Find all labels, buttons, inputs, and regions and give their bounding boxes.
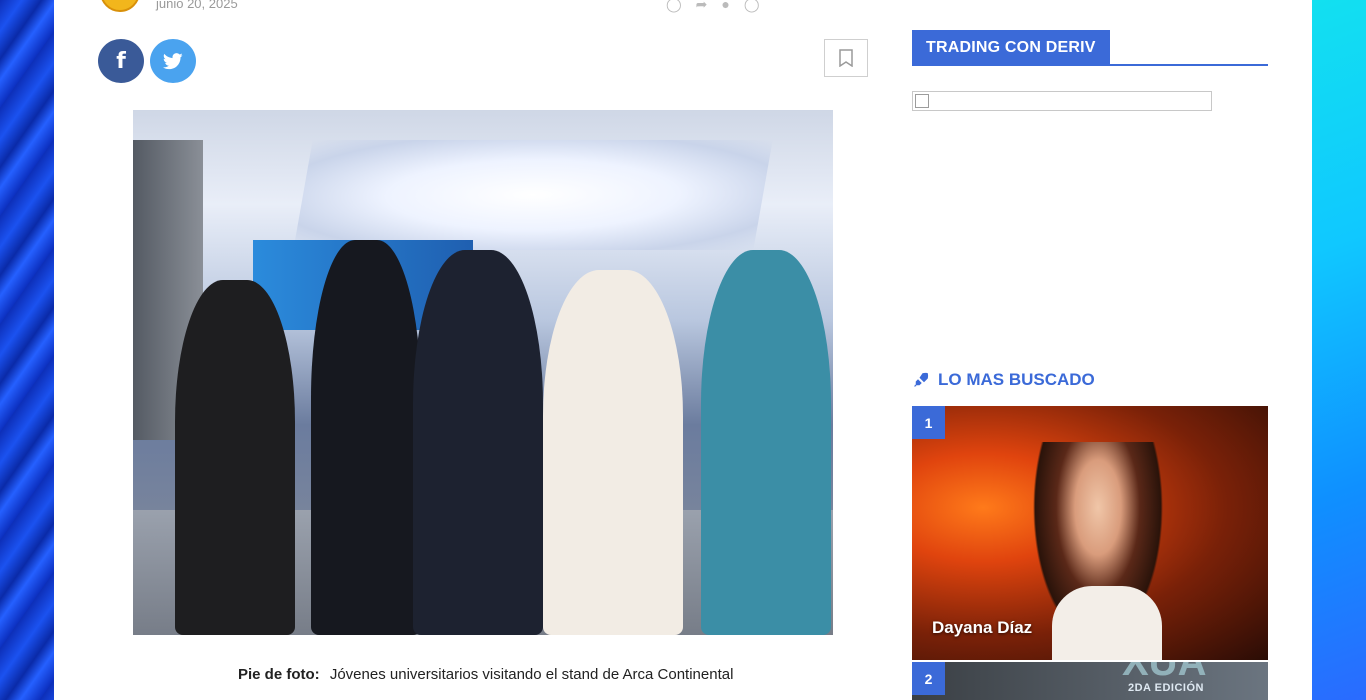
photo-caption: Pie de foto: Jóvenes universitarios visi… [238,666,733,683]
post-date: junio 20, 2025 [156,0,238,11]
broken-image-icon [915,94,929,108]
photo-person-5 [701,250,831,635]
rank-badge: 1 [912,406,945,439]
most-searched-card-1[interactable]: 1 Dayana Díaz [912,406,1268,660]
page-content: junio 20, 2025 ◯ ➦ ● ◯ f Pie de foto: Jó… [54,0,1312,700]
widget-title-trading: TRADING CON DERIV [912,30,1110,66]
card-title[interactable]: Dayana Díaz [932,618,1032,638]
comment-icon[interactable]: ◯ [666,0,682,13]
ad-banner-image[interactable] [912,91,1212,111]
widget-title-most-searched: LO MAS BUSCADO [938,370,1095,389]
twitter-share-button[interactable] [150,39,196,83]
bookmark-icon [839,49,853,67]
rocket-icon [914,372,929,387]
widget-header-most-searched: LO MAS BUSCADO [912,370,1095,390]
widget-header-trading: TRADING CON DERIV [912,30,1268,66]
photo-person-1 [175,280,295,635]
share-icon[interactable]: ➦ [696,0,708,13]
chat-icon[interactable]: ◯ [744,0,760,13]
photo-person-3 [413,250,543,635]
article-photo [133,110,833,635]
card-portrait-shirt [1052,586,1162,660]
bookmark-button[interactable] [824,39,868,77]
twitter-icon [163,52,183,69]
caption-text: Jóvenes universitarios visitando el stan… [329,666,734,683]
author-avatar[interactable] [100,0,140,12]
rank-badge: 2 [912,662,945,695]
photo-ceiling-light [293,140,773,250]
most-searched-card-2[interactable]: XUA 2DA EDICIÓN 2 [912,662,1268,700]
card-edition-badge: 2DA EDICIÓN [1128,682,1204,694]
post-meta-icons: ◯ ➦ ● ◯ [666,0,760,13]
background-left-pattern [0,0,54,700]
photo-person-2 [311,240,421,635]
photo-person-4 [543,270,683,635]
caption-label: Pie de foto: [238,666,320,683]
background-right-pattern [1312,0,1366,700]
facebook-icon: f [116,48,126,74]
views-icon: ● [721,0,730,12]
facebook-share-button[interactable]: f [98,39,144,83]
